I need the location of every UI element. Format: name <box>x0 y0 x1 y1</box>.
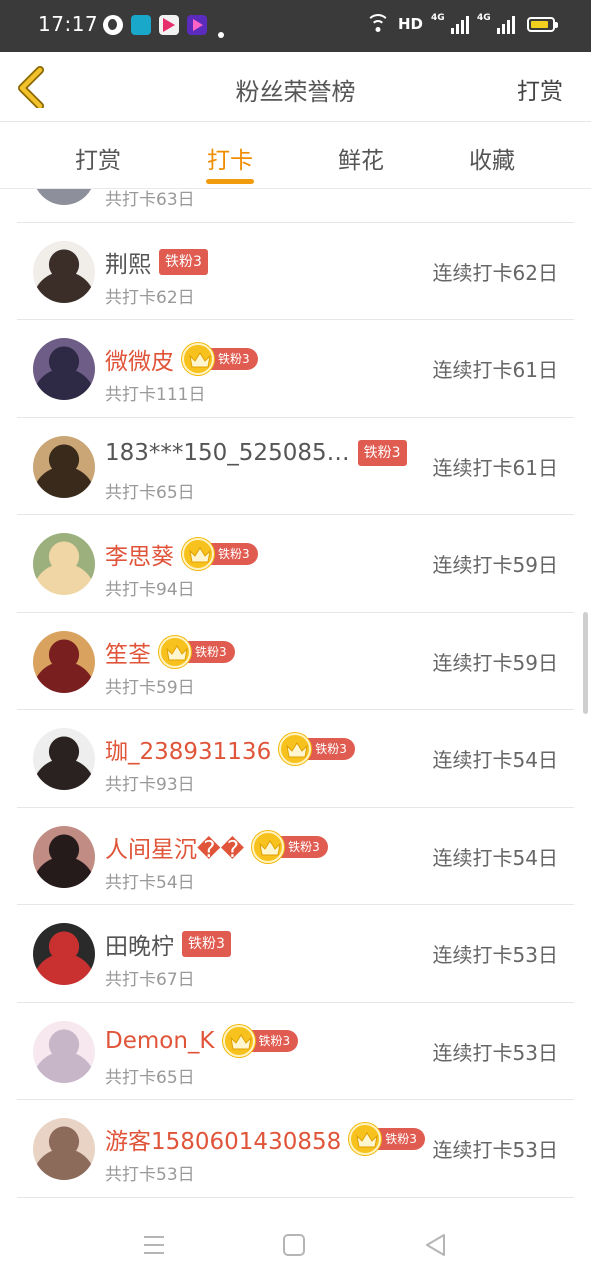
menu-icon[interactable] <box>142 1232 168 1258</box>
scrollbar[interactable] <box>583 612 588 714</box>
fan-level-badge: 铁粉3 <box>182 343 258 375</box>
notification-dot-icon <box>218 32 224 38</box>
user-name[interactable]: 珈_238931136 <box>105 732 271 766</box>
page-title: 粉丝荣誉榜 <box>235 78 356 106</box>
list-item[interactable]: 李思葵 铁粉3 共打卡94日 连续打卡59日 <box>17 515 574 613</box>
list-item[interactable]: 微微皮 铁粉3 共打卡111日 连续打卡61日 <box>17 320 574 418</box>
tab-bar: 打赏 打卡 鲜花 收藏 <box>0 123 591 189</box>
avatar[interactable] <box>33 338 95 400</box>
globe-icon <box>103 15 123 35</box>
fan-list[interactable]: 游客1578617419130 铁粉3 共打卡63日 连续打卡63日 荆熙 铁粉… <box>0 189 591 1209</box>
consecutive-checkin-days: 连续打卡53日 <box>432 943 558 967</box>
fan-level-badge: 铁粉3 <box>159 248 208 275</box>
avatar[interactable] <box>33 533 95 595</box>
total-checkin-days: 共打卡65日 <box>105 482 195 503</box>
consecutive-checkin-days: 连续打卡53日 <box>432 1040 558 1065</box>
total-checkin-days: 共打卡111日 <box>105 385 206 405</box>
signal-icon: 4G <box>477 13 515 34</box>
user-name[interactable]: Demon_K <box>105 1028 215 1054</box>
crown-icon <box>182 343 214 375</box>
crown-icon <box>222 1024 255 1057</box>
avatar[interactable] <box>33 923 95 985</box>
list-item[interactable]: Demon_K 铁粉3 共打卡65日 连续打卡53日 <box>17 1003 574 1100</box>
consecutive-checkin-days: 连续打卡61日 <box>432 455 558 480</box>
status-bar: 17:17 HD 4G 4G <box>0 0 591 52</box>
tab-favorites[interactable]: 收藏 <box>447 141 537 175</box>
user-name[interactable]: 田晚柠 <box>105 927 174 961</box>
list-item[interactable]: 游客1580601430858 铁粉3 共打卡53日 连续打卡53日 <box>17 1100 574 1198</box>
tab-flowers[interactable]: 鲜花 <box>316 141 406 175</box>
list-item[interactable]: 荆熙 铁粉3 共打卡62日 连续打卡62日 <box>17 223 574 320</box>
user-name[interactable]: 笙荃 <box>105 635 151 669</box>
crown-icon <box>252 830 285 863</box>
reward-header-button[interactable]: 打赏 <box>517 72 563 106</box>
consecutive-checkin-days: 连续打卡59日 <box>432 553 558 577</box>
total-checkin-days: 共打卡62日 <box>105 287 195 308</box>
total-checkin-days: 共打卡65日 <box>105 1067 195 1088</box>
avatar[interactable] <box>33 189 95 205</box>
user-name[interactable]: 微微皮 <box>105 342 174 376</box>
user-name[interactable]: 游客1580601430858 <box>105 1122 341 1156</box>
status-time: 17:17 <box>38 12 99 36</box>
wifi-icon <box>365 14 390 34</box>
consecutive-checkin-days: 连续打卡54日 <box>432 845 558 870</box>
list-item[interactable]: 183***150_525085… 铁粉3 共打卡65日 连续打卡61日 <box>17 418 574 515</box>
tab-reward[interactable]: 打赏 <box>53 141 143 175</box>
battery-icon <box>527 16 558 32</box>
total-checkin-days: 共打卡93日 <box>105 775 195 795</box>
list-item[interactable]: 田晚柠 铁粉3 共打卡67日 连续打卡53日 <box>17 905 574 1003</box>
avatar[interactable] <box>33 240 95 303</box>
total-checkin-days: 共打卡53日 <box>105 1165 195 1185</box>
consecutive-checkin-days: 连续打卡61日 <box>432 358 558 382</box>
list-item[interactable]: 人间星沉�� 铁粉3 共打卡54日 连续打卡54日 <box>17 808 574 905</box>
avatar[interactable] <box>33 825 95 888</box>
fan-level-badge: 铁粉3 <box>357 439 407 466</box>
total-checkin-days: 共打卡67日 <box>105 970 195 990</box>
list-item[interactable]: 珈_238931136 铁粉3 共打卡93日 连续打卡54日 <box>17 710 574 808</box>
user-name[interactable]: 人间星沉�� <box>105 830 244 864</box>
tab-checkin[interactable]: 打卡 <box>185 141 275 175</box>
app-icon <box>131 15 151 35</box>
avatar[interactable] <box>33 630 95 693</box>
signal-icon: 4G <box>431 13 469 34</box>
total-checkin-days: 共打卡54日 <box>105 872 195 893</box>
consecutive-checkin-days: 连续打卡59日 <box>432 650 558 675</box>
active-tab-indicator <box>206 179 254 184</box>
fan-level-badge: 铁粉3 <box>252 830 328 863</box>
avatar[interactable] <box>33 435 95 498</box>
avatar[interactable] <box>33 1020 95 1083</box>
list-item[interactable]: 笙荃 铁粉3 共打卡59日 连续打卡59日 <box>17 613 574 710</box>
hd-indicator: HD <box>397 15 423 33</box>
fan-level-badge: 铁粉3 <box>182 538 258 570</box>
total-checkin-days: 共打卡94日 <box>105 580 195 600</box>
consecutive-checkin-days: 连续打卡54日 <box>432 748 558 772</box>
fan-level-badge: 铁粉3 <box>279 733 355 765</box>
video-app-icon <box>159 15 179 35</box>
fan-level-badge: 铁粉3 <box>222 1024 299 1057</box>
total-checkin-days: 共打卡63日 <box>105 190 195 210</box>
avatar[interactable] <box>33 1118 95 1180</box>
system-nav-bar <box>0 1209 591 1280</box>
home-icon[interactable] <box>283 1234 305 1256</box>
list-item[interactable]: 游客1578617419130 铁粉3 共打卡63日 连续打卡63日 <box>17 189 574 223</box>
consecutive-checkin-days: 连续打卡53日 <box>432 1138 558 1162</box>
back-triangle-icon[interactable] <box>424 1232 450 1258</box>
consecutive-checkin-days: 连续打卡62日 <box>432 260 558 285</box>
user-name[interactable]: 荆熙 <box>105 245 151 279</box>
total-checkin-days: 共打卡59日 <box>105 677 195 698</box>
crown-icon <box>182 538 214 570</box>
avatar[interactable] <box>33 728 95 790</box>
user-name[interactable]: 李思葵 <box>105 537 174 571</box>
media-app-icon <box>187 15 207 35</box>
crown-icon <box>279 733 312 765</box>
crown-icon <box>349 1123 382 1155</box>
fan-level-badge: 铁粉3 <box>182 931 231 957</box>
fan-level-badge: 铁粉3 <box>349 1123 425 1155</box>
app-header: 粉丝荣誉榜 打赏 <box>0 52 591 122</box>
crown-icon <box>159 635 191 668</box>
fan-level-badge: 铁粉3 <box>159 635 235 668</box>
user-name[interactable]: 183***150_525085… <box>105 440 350 466</box>
